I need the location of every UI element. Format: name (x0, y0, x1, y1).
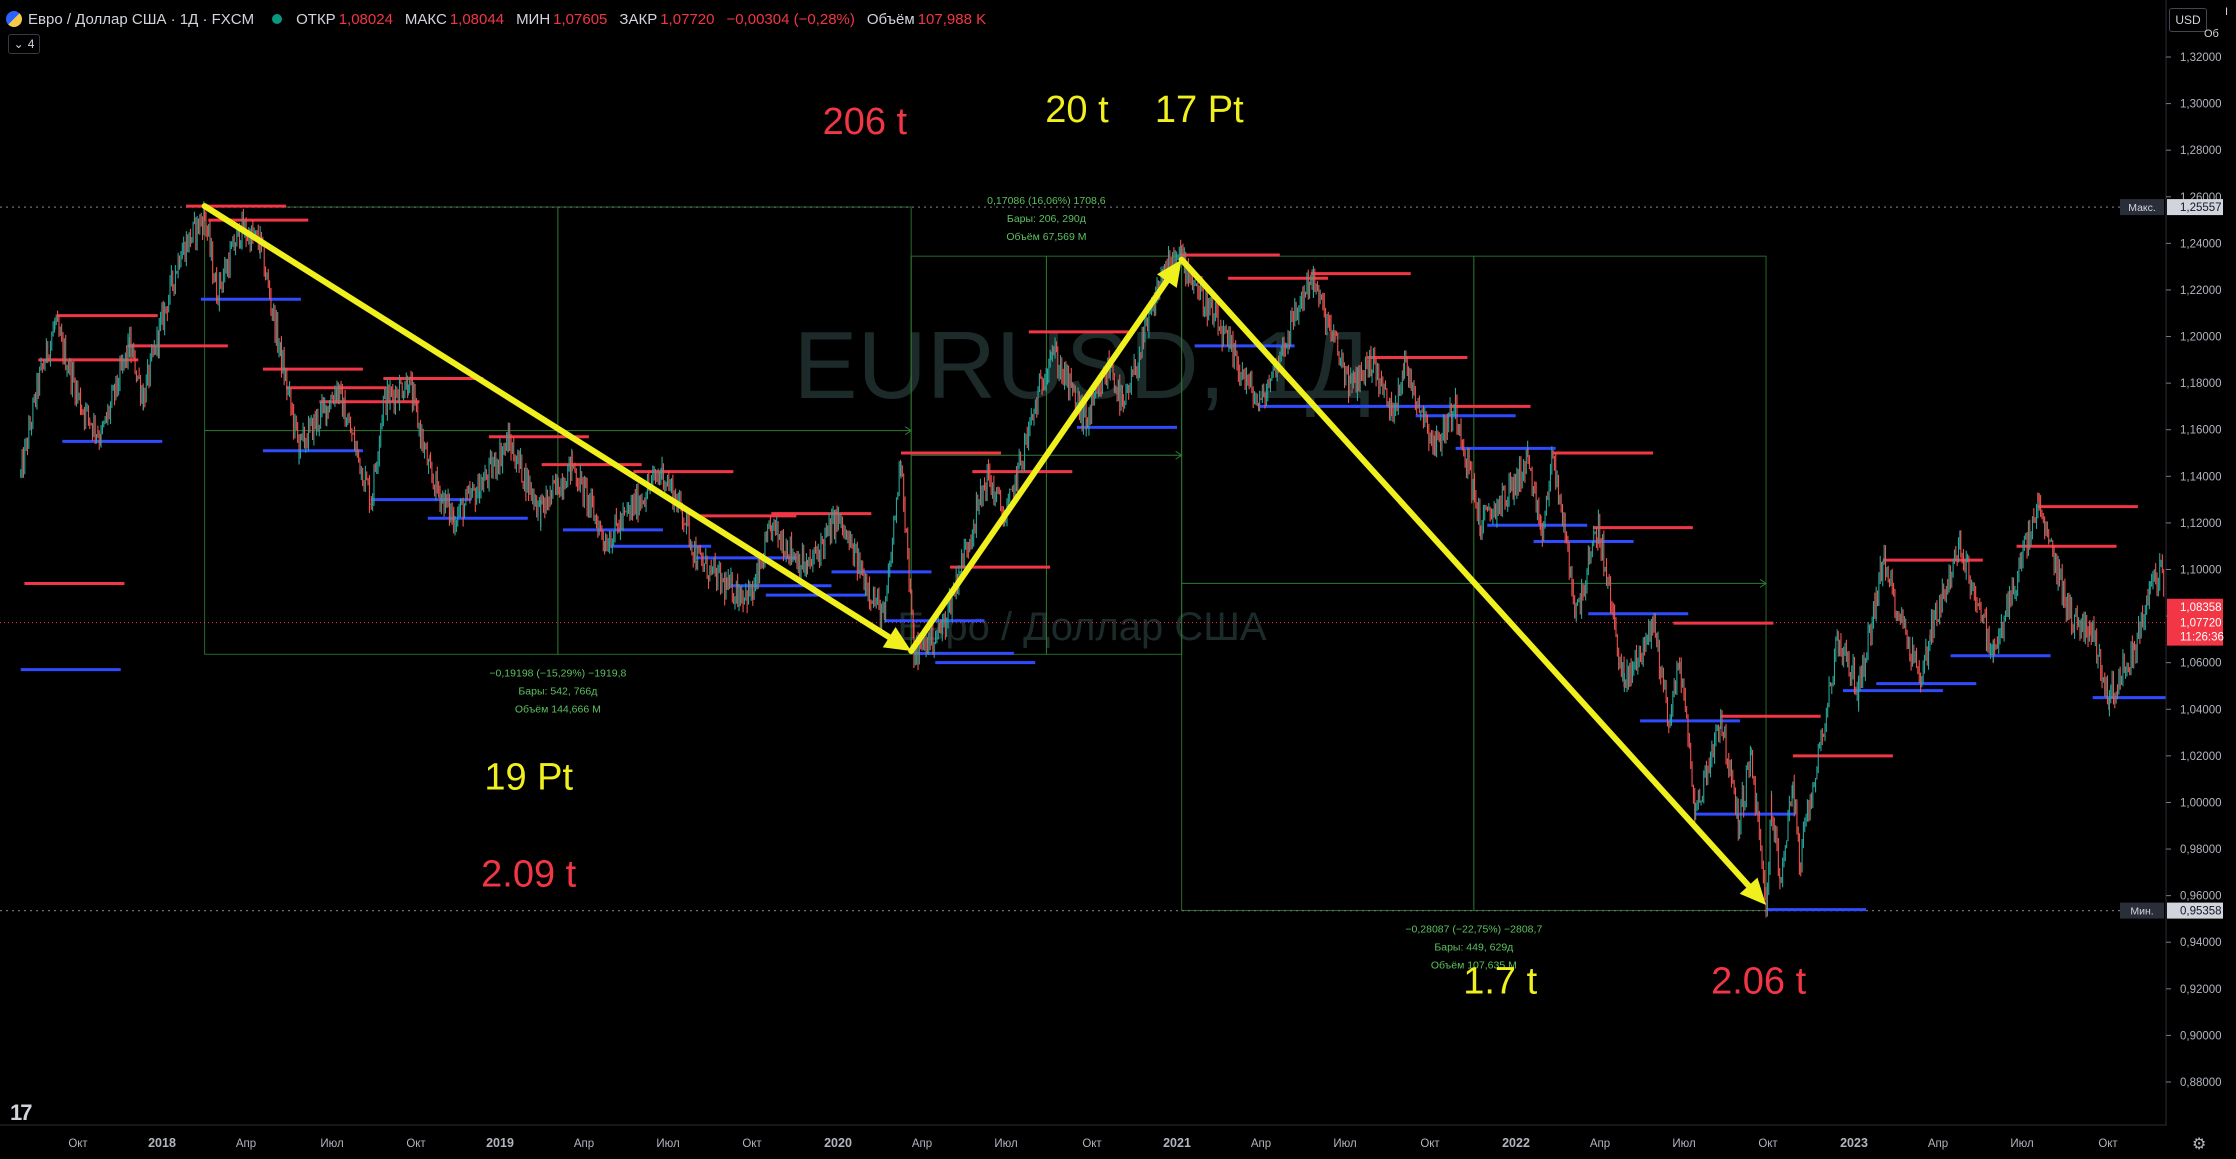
x-tick-label: Апр (236, 1138, 256, 1150)
y-tick-label: 0,98000 (2180, 844, 2222, 856)
y-tick-label: 0,88000 (2180, 1077, 2222, 1089)
y-tick-label: 1,20000 (2180, 332, 2222, 344)
measure-label: −0,28087 (−22,75%) −2808,7 (1405, 924, 1542, 936)
x-tick-label: Окт (2098, 1138, 2118, 1150)
chart-annotation: 2.09 t (481, 853, 577, 895)
watermark-name: Евро / Доллар США (897, 605, 1267, 649)
measure-label: Объём 144,666 M (515, 703, 601, 715)
max-price-badge-value: 1,25557 (2180, 202, 2222, 214)
y-tick-label: 1,02000 (2180, 751, 2222, 763)
x-tick-label: Окт (1082, 1138, 1102, 1150)
y-tick-label: 0,90000 (2180, 1030, 2222, 1042)
x-tick-label: Апр (1928, 1138, 1948, 1150)
price-axis-bg[interactable] (2167, 0, 2236, 1125)
x-tick-label: Окт (1420, 1138, 1440, 1150)
edge-label: I (2224, 6, 2228, 18)
y-tick-label: 1,22000 (2180, 285, 2222, 297)
x-tick-label: Июл (320, 1138, 343, 1150)
measure-label: 0,17086 (16,06%) 1708,6 (987, 195, 1106, 207)
x-tick-label: Апр (1590, 1138, 1610, 1150)
prior-close-badge-value: 1,08358 (2180, 602, 2222, 614)
y-tick-label: 1,00000 (2180, 797, 2222, 809)
x-tick-label: 2022 (1502, 1136, 1530, 1150)
min-price-badge: Мин. 0,95358 (2120, 902, 2223, 919)
arrow-shaft (201, 203, 893, 641)
current-price-badge: 1,07720 11:26:36 (2167, 613, 2224, 646)
chart-annotation: 1.7 t (1463, 960, 1537, 1002)
x-tick-label: Июл (1333, 1138, 1356, 1150)
y-tick-label: 1,30000 (2180, 99, 2222, 111)
measure-label: −0,19198 (−15,29%) −1919,8 (489, 667, 626, 679)
y-tick-label: 1,16000 (2180, 425, 2222, 437)
y-tick-label: 1,28000 (2180, 145, 2222, 157)
x-tick-label: Окт (68, 1138, 88, 1150)
x-tick-label: 2019 (486, 1136, 514, 1150)
price-series (20, 201, 2165, 918)
chart-annotation: 2.06 t (1711, 960, 1807, 1002)
y-tick-label: 1,10000 (2180, 565, 2222, 577)
x-tick-label: Апр (1251, 1138, 1271, 1150)
x-tick-label: Окт (406, 1138, 426, 1150)
chart-annotation: 206 t (823, 101, 908, 143)
x-tick-label: Июл (2010, 1138, 2033, 1150)
measure-tool[interactable]: 0,17086 (16,06%) 1708,6 Бары: 206, 290д Об… (910, 195, 1183, 655)
x-tick-label: Апр (574, 1138, 594, 1150)
x-tick-label: 2023 (1840, 1136, 1868, 1150)
measure-label: Бары: 449, 629д (1434, 942, 1513, 954)
currency-button[interactable]: USD (2169, 8, 2207, 32)
chart-annotation: 20 t (1045, 89, 1109, 131)
x-tick-label: Апр (912, 1138, 932, 1150)
y-tick-label: 1,12000 (2180, 518, 2222, 530)
min-price-badge-label: Мин. (2130, 906, 2153, 918)
x-tick-label: 2021 (1163, 1136, 1191, 1150)
x-tick-label: Июл (1672, 1138, 1695, 1150)
edge-labels: I Об (2204, 6, 2228, 40)
y-tick-label: 1,04000 (2180, 704, 2222, 716)
x-tick-label: Июл (656, 1138, 679, 1150)
y-tick-label: 1,32000 (2180, 52, 2222, 64)
min-price-badge-value: 0,95358 (2180, 906, 2222, 918)
x-tick-label: 2018 (148, 1136, 176, 1150)
measure-label: Бары: 206, 290д (1007, 213, 1086, 225)
settings-gear-icon[interactable]: ⚙ (2192, 1134, 2206, 1154)
measure-label: Объём 67,569 M (1006, 231, 1086, 243)
chart-annotation: 19 Pt (484, 757, 573, 799)
max-price-badge: Макс. 1,25557 (2120, 199, 2223, 216)
measure-label: Бары: 542, 766д (518, 685, 597, 697)
edge-label: Об (2204, 28, 2219, 40)
price-chart[interactable]: EURUSD, 1ДЕвро / Доллар США−0,19198 (−15… (0, 0, 2236, 1159)
x-tick-label: 2020 (824, 1136, 852, 1150)
x-tick-label: Окт (742, 1138, 762, 1150)
bar-countdown: 11:26:36 (2180, 632, 2224, 644)
arrow-shaft (1178, 256, 1752, 889)
max-price-badge-label: Макс. (2128, 202, 2156, 214)
y-tick-label: 1,18000 (2180, 378, 2222, 390)
current-price-value: 1,07720 (2180, 618, 2222, 630)
x-tick-label: Окт (1758, 1138, 1778, 1150)
y-tick-label: 1,24000 (2180, 238, 2222, 250)
x-tick-label: Июл (994, 1138, 1017, 1150)
prior-close-badge: 1,08358 (2167, 598, 2223, 615)
measure-tool[interactable]: −0,19198 (−15,29%) −1919,8 Бары: 542, 766… (204, 206, 913, 715)
y-tick-label: 0,94000 (2180, 937, 2222, 949)
y-tick-label: 1,06000 (2180, 658, 2222, 670)
tradingview-logo-icon[interactable]: 17 (10, 1100, 33, 1126)
chart-annotation: 17 Pt (1155, 89, 1244, 131)
y-tick-label: 0,92000 (2180, 984, 2222, 996)
y-tick-label: 0,96000 (2180, 891, 2222, 903)
y-tick-label: 1,14000 (2180, 471, 2222, 483)
